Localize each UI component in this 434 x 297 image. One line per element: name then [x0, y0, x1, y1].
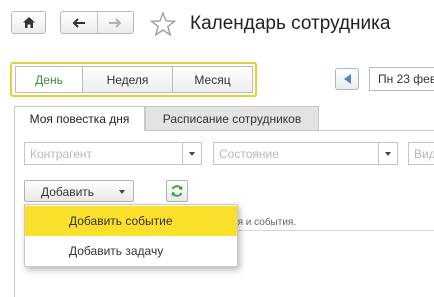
chevron-down-icon	[385, 151, 391, 156]
menu-item-add-event[interactable]: Добавить событие	[25, 206, 237, 236]
add-button[interactable]: Добавить	[24, 180, 134, 202]
add-dropdown-menu: Добавить событие Добавить задачу	[24, 204, 238, 267]
forward-button[interactable]	[98, 12, 133, 33]
menu-item-label: Добавить задачу	[69, 244, 164, 258]
view-field[interactable]: Вид	[408, 142, 434, 165]
page-title: Календарь сотрудника	[190, 13, 391, 34]
period-week-button[interactable]: Неделя	[82, 66, 173, 93]
arrow-right-icon	[109, 17, 122, 28]
previous-date-button[interactable]	[335, 68, 359, 90]
date-field[interactable]: Пн 23 фев	[369, 67, 434, 91]
tab-body-border	[14, 130, 15, 297]
state-field[interactable]: Состояние	[213, 142, 379, 165]
counterparty-field[interactable]: Контрагент	[24, 142, 183, 165]
chevron-down-icon	[189, 151, 195, 156]
menu-item-add-task[interactable]: Добавить задачу	[25, 236, 237, 266]
back-button[interactable]	[61, 12, 98, 33]
home-icon	[22, 17, 35, 28]
add-button-label: Добавить	[41, 185, 95, 199]
counterparty-dropdown-button[interactable]	[182, 142, 202, 165]
chevron-down-icon	[119, 190, 125, 194]
tab-my-agenda[interactable]: Моя повестка дня	[14, 106, 145, 131]
refresh-button[interactable]	[166, 180, 188, 202]
state-dropdown-button[interactable]	[378, 142, 398, 165]
tab-employee-schedule[interactable]: Расписание сотрудников	[145, 106, 319, 131]
content-divider	[234, 230, 434, 231]
agenda-hint-text: ия и события.	[232, 217, 297, 228]
home-button[interactable]	[11, 11, 46, 34]
favorite-star[interactable]	[149, 11, 177, 37]
back-forward-group	[60, 11, 134, 34]
refresh-icon	[171, 185, 183, 197]
star-icon	[149, 11, 177, 37]
period-month-button[interactable]: Месяц	[172, 66, 253, 93]
arrow-left-icon	[72, 17, 85, 28]
period-day-button[interactable]: День	[15, 66, 83, 93]
menu-item-label: Добавить событие	[69, 214, 173, 228]
arrow-left-icon	[344, 74, 351, 84]
